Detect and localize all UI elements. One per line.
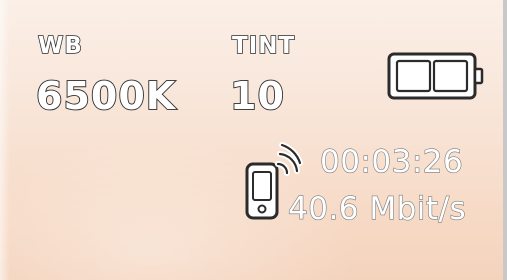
tint-value[interactable]: 10	[229, 73, 285, 119]
white-balance-value[interactable]: 6500K	[35, 73, 176, 119]
camera-status-screen: WB 6500K TINT 10 00:03:26 40.6 Mbit/s	[0, 0, 507, 280]
screen-edge-right	[503, 0, 507, 280]
screen-edge-left	[0, 0, 10, 280]
stream-bitrate: 40.6 Mbit/s	[287, 190, 467, 227]
white-balance-label: WB	[37, 32, 83, 60]
battery-icon	[387, 52, 484, 100]
stream-timecode: 00:03:26	[319, 143, 464, 180]
tint-label: TINT	[231, 32, 296, 60]
